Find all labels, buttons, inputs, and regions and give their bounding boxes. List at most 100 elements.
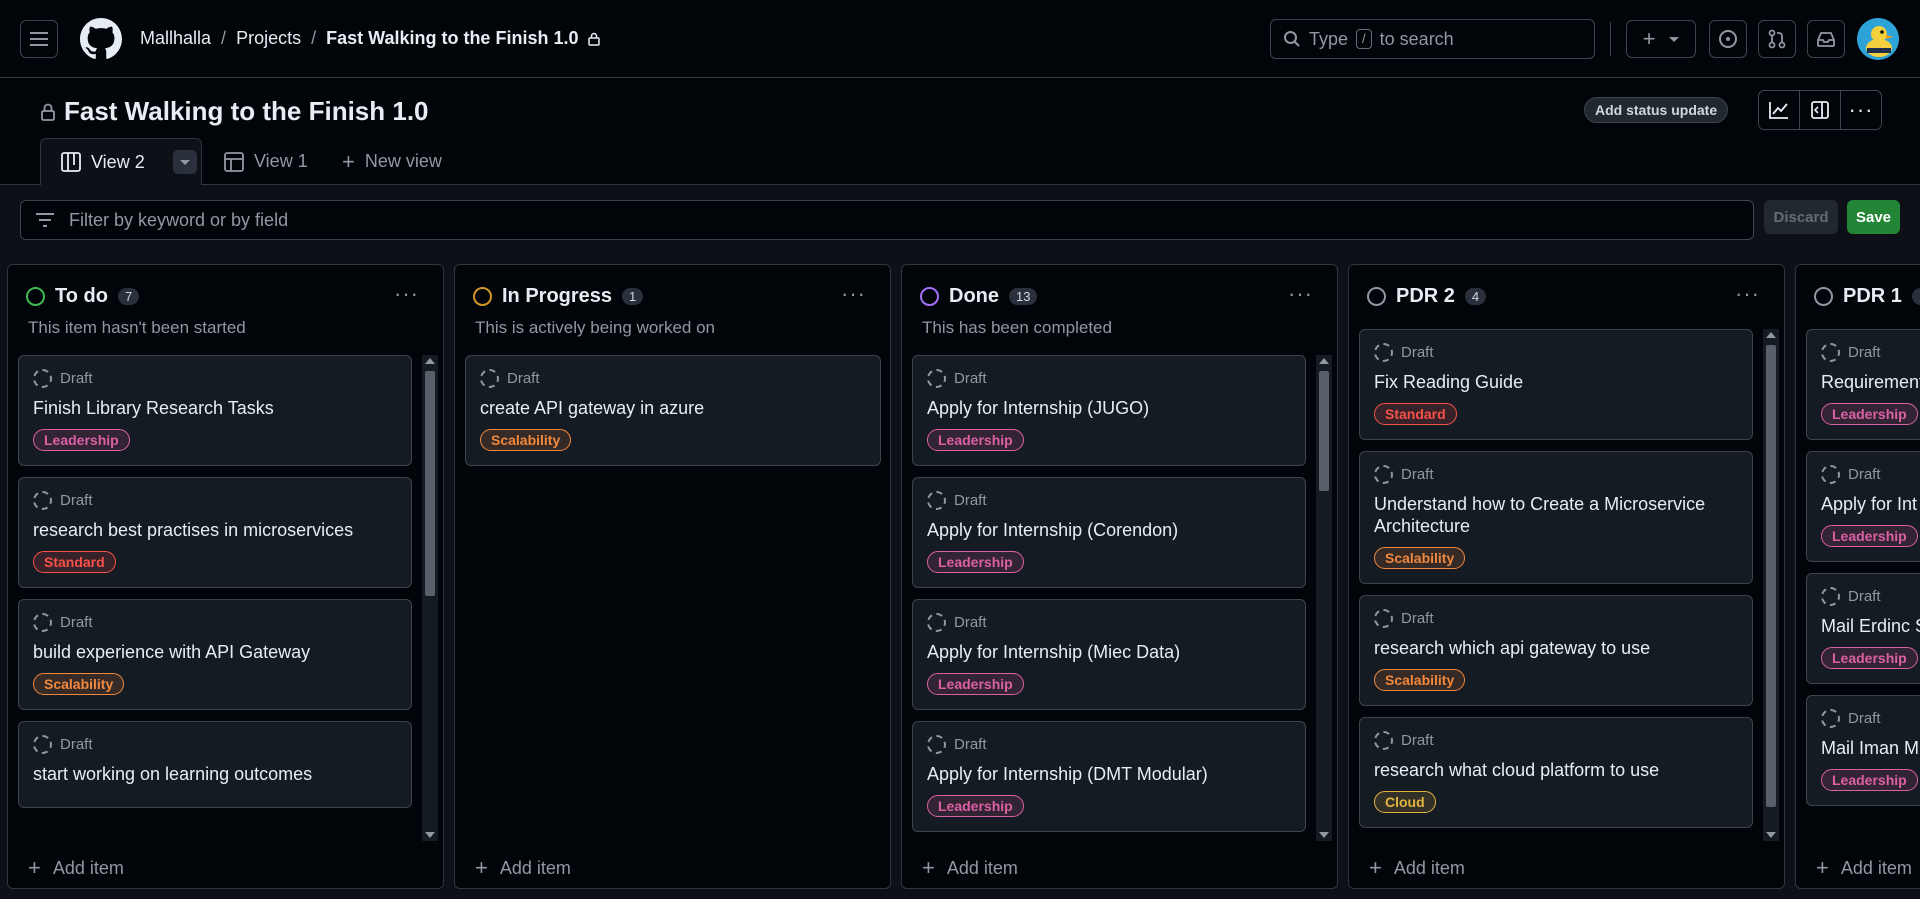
card[interactable]: Draft research what cloud platform to us…	[1359, 717, 1753, 828]
add-item-button[interactable]: + Add item	[28, 855, 124, 881]
card-status: Draft	[1821, 465, 1920, 484]
card[interactable]: Draft Mail Erdinc S Leadership	[1806, 573, 1920, 684]
label-badge: Leadership	[927, 795, 1024, 817]
avatar[interactable]	[1857, 18, 1899, 60]
scrollbar[interactable]	[422, 355, 438, 841]
scrollbar[interactable]	[1763, 329, 1779, 841]
column-menu-button[interactable]: ···	[1288, 281, 1313, 307]
column-menu-button[interactable]: ···	[1735, 281, 1760, 307]
label-badge: Leadership	[1821, 403, 1918, 425]
tab-view-1[interactable]: View 1	[224, 138, 308, 185]
scroll-up-icon[interactable]	[1319, 358, 1329, 364]
status-circle-icon	[26, 287, 45, 306]
side-panel-button[interactable]	[1800, 91, 1841, 129]
scroll-up-icon[interactable]	[1766, 332, 1776, 338]
card[interactable]: Draft Fix Reading Guide Standard	[1359, 329, 1753, 440]
tab-new-view[interactable]: + New view	[342, 138, 442, 185]
column-header: Done 13	[920, 285, 1038, 308]
scrollbar-thumb[interactable]	[1319, 371, 1329, 491]
draft-icon	[33, 613, 52, 632]
pull-requests-button[interactable]	[1758, 20, 1796, 58]
card-title[interactable]: research which api gateway to use	[1374, 637, 1738, 659]
column-menu-button[interactable]: ···	[841, 281, 866, 307]
add-item-button[interactable]: + Add item	[1369, 855, 1465, 881]
card-status: Draft	[33, 369, 397, 388]
card-status-label: Draft	[1401, 732, 1434, 749]
more-options-button[interactable]: ···	[1841, 91, 1881, 129]
column-title: PDR 1	[1843, 285, 1902, 307]
column-description: This is actively being worked on	[475, 318, 716, 337]
column-description: This item hasn't been started	[28, 318, 246, 337]
discard-button[interactable]: Discard	[1764, 200, 1838, 234]
card-title[interactable]: build experience with API Gateway	[33, 641, 397, 663]
label-badge: Leadership	[927, 673, 1024, 695]
scroll-down-icon[interactable]	[1319, 832, 1329, 838]
breadcrumb-project[interactable]: Fast Walking to the Finish 1.0	[326, 28, 578, 49]
breadcrumb-separator: /	[311, 28, 317, 48]
card-title[interactable]: research best practises in microservices	[33, 519, 397, 541]
filter-input[interactable]: Filter by keyword or by field	[20, 200, 1754, 240]
card-title[interactable]: research what cloud platform to use	[1374, 759, 1738, 781]
insights-button[interactable]	[1759, 91, 1800, 129]
card-title[interactable]: Requirement	[1821, 371, 1920, 393]
tab-view-2[interactable]: View 2	[40, 138, 202, 186]
card-title[interactable]: start working on learning outcomes	[33, 763, 397, 785]
scroll-down-icon[interactable]	[425, 832, 435, 838]
create-new-button[interactable]: +	[1626, 20, 1696, 58]
card[interactable]: Draft Apply for Int Leadership	[1806, 451, 1920, 562]
card-title[interactable]: Apply for Internship (JUGO)	[927, 397, 1291, 419]
status-circle-icon	[1367, 287, 1386, 306]
inbox-button[interactable]	[1807, 20, 1845, 58]
scroll-down-icon[interactable]	[1766, 832, 1776, 838]
save-button[interactable]: Save	[1847, 200, 1900, 234]
card-status-label: Draft	[507, 370, 540, 387]
card-list: Draft create API gateway in azure Scalab…	[465, 355, 883, 841]
breadcrumb-owner[interactable]: Mallhalla	[140, 28, 211, 49]
add-item-button[interactable]: + Add item	[1816, 855, 1912, 881]
card[interactable]: Draft Apply for Internship (Corendon) Le…	[912, 477, 1306, 588]
menu-button[interactable]	[20, 20, 58, 58]
search-input[interactable]: Type / to search	[1270, 19, 1595, 59]
inbox-icon	[1817, 32, 1835, 47]
card[interactable]: Draft Apply for Internship (Miec Data) L…	[912, 599, 1306, 710]
card-title[interactable]: Mail Iman M	[1821, 737, 1920, 759]
card[interactable]: Draft Mail Iman M Leadership	[1806, 695, 1920, 806]
card-title[interactable]: Apply for Int	[1821, 493, 1920, 515]
view-options-button[interactable]	[172, 150, 197, 174]
github-logo-icon[interactable]	[80, 18, 122, 60]
card[interactable]: Draft Finish Library Research Tasks Lead…	[18, 355, 412, 466]
column-count: 1	[622, 288, 644, 305]
scroll-up-icon[interactable]	[425, 358, 435, 364]
label-badge: Standard	[1374, 403, 1457, 425]
card[interactable]: Draft Requirement Leadership	[1806, 329, 1920, 440]
card[interactable]: Draft Apply for Internship (JUGO) Leader…	[912, 355, 1306, 466]
card-title[interactable]: Fix Reading Guide	[1374, 371, 1738, 393]
add-status-update-button[interactable]: Add status update	[1584, 97, 1729, 123]
lock-icon	[588, 32, 601, 46]
card-title[interactable]: Apply for Internship (DMT Modular)	[927, 763, 1291, 785]
card[interactable]: Draft Understand how to Create a Microse…	[1359, 451, 1753, 584]
card[interactable]: Draft build experience with API Gateway …	[18, 599, 412, 710]
column-menu-button[interactable]: ···	[394, 281, 419, 307]
scrollbar[interactable]	[1316, 355, 1332, 841]
card[interactable]: Draft research best practises in microse…	[18, 477, 412, 588]
scrollbar-thumb[interactable]	[425, 371, 435, 596]
issues-button[interactable]	[1709, 20, 1747, 58]
add-item-button[interactable]: + Add item	[475, 855, 571, 881]
add-item-button[interactable]: + Add item	[922, 855, 1018, 881]
scrollbar-thumb[interactable]	[1766, 345, 1776, 807]
card[interactable]: Draft Apply for Internship (DMT Modular)…	[912, 721, 1306, 832]
breadcrumb-projects[interactable]: Projects	[236, 28, 301, 49]
card-title[interactable]: Finish Library Research Tasks	[33, 397, 397, 419]
card-title[interactable]: Understand how to Create a Microservice …	[1374, 493, 1738, 537]
card[interactable]: Draft research which api gateway to use …	[1359, 595, 1753, 706]
label-badge: Scalability	[480, 429, 572, 451]
status-circle-icon	[920, 287, 939, 306]
card[interactable]: Draft start working on learning outcomes	[18, 721, 412, 808]
card[interactable]: Draft create API gateway in azure Scalab…	[465, 355, 881, 466]
view-tabs: View 2 View 1 + New view	[0, 138, 1920, 186]
card-title[interactable]: Mail Erdinc S	[1821, 615, 1920, 637]
card-title[interactable]: Apply for Internship (Miec Data)	[927, 641, 1291, 663]
card-title[interactable]: Apply for Internship (Corendon)	[927, 519, 1291, 541]
card-title[interactable]: create API gateway in azure	[480, 397, 866, 419]
